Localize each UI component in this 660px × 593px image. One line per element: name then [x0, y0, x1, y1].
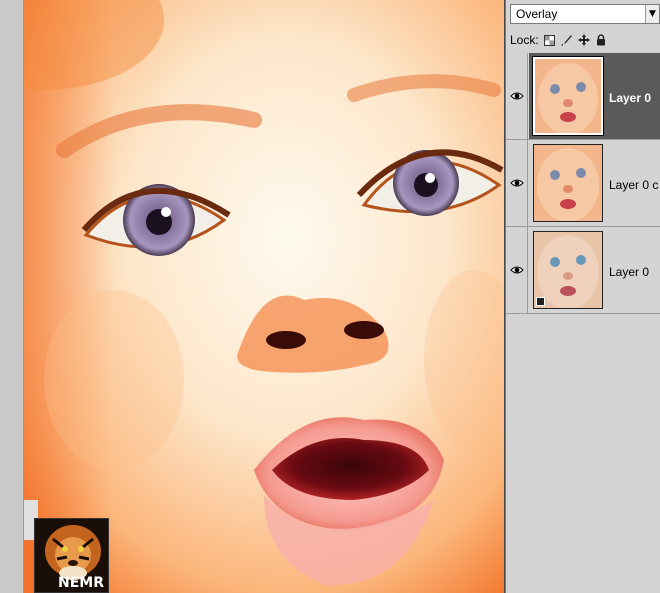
layer-thumbnail-3 [533, 231, 603, 309]
layer-thumbnail-2 [533, 144, 603, 222]
layer-visibility-toggle-3[interactable] [506, 227, 528, 313]
left-gutter [0, 0, 24, 593]
lock-move-icon[interactable] [577, 34, 590, 46]
baby-face-image [24, 0, 504, 593]
eye-icon [509, 179, 524, 187]
layers-panel: Overlay ▼ Lock: Layer 0 Layer 0 c Layer … [506, 0, 660, 593]
dropdown-arrow-icon[interactable]: ▼ [645, 5, 659, 23]
eye-icon [509, 266, 524, 274]
layer-visibility-toggle-2[interactable] [506, 140, 528, 226]
layer-row-3[interactable]: Layer 0 [506, 227, 660, 314]
layer-lock-badge-icon [536, 297, 545, 306]
photoshop-window: NEMR Overlay ▼ Lock: Layer 0 Layer 0 c L… [0, 0, 660, 593]
lock-transparent-icon[interactable] [544, 34, 556, 46]
lock-paint-icon[interactable] [561, 34, 573, 46]
watermark-text: NEMR [58, 575, 104, 591]
lock-all-icon[interactable] [595, 34, 607, 46]
blend-mode-value: Overlay [516, 7, 558, 21]
layer-main-2[interactable]: Layer 0 c [529, 140, 660, 226]
layer-thumbnail-1 [532, 56, 604, 136]
layer-visibility-toggle-1[interactable] [506, 53, 528, 139]
layers-list: Layer 0 Layer 0 c Layer 0 [506, 53, 660, 314]
layer-name-3[interactable]: Layer 0 [609, 265, 649, 279]
layer-main-1[interactable]: Layer 0 [529, 53, 660, 139]
eye-icon [509, 92, 524, 100]
layer-name-1[interactable]: Layer 0 [609, 91, 651, 105]
watermark-logo: NEMR [34, 518, 109, 593]
layer-row-2[interactable]: Layer 0 c [506, 140, 660, 227]
blend-mode-dropdown[interactable]: Overlay ▼ [510, 4, 660, 24]
document-canvas[interactable]: NEMR [24, 0, 504, 593]
lock-label: Lock: [510, 33, 539, 47]
layer-row-1[interactable]: Layer 0 [506, 53, 660, 140]
layer-name-2[interactable]: Layer 0 c [609, 178, 658, 192]
layer-main-3[interactable]: Layer 0 [529, 227, 660, 313]
lock-row: Lock: [510, 31, 607, 49]
